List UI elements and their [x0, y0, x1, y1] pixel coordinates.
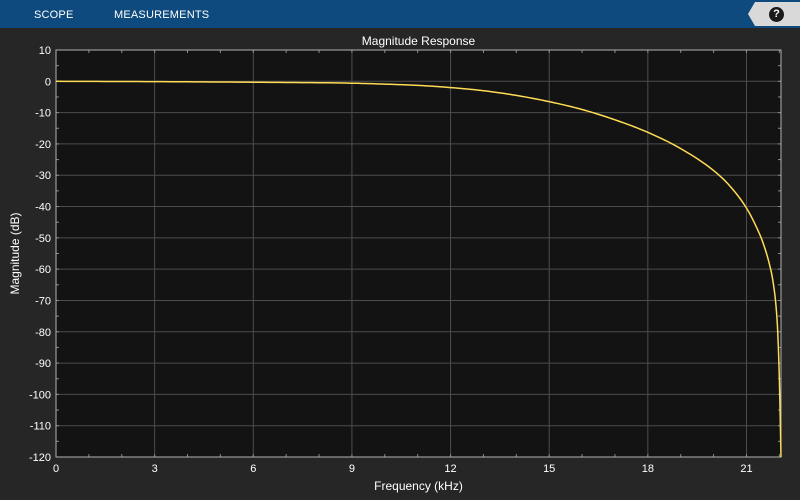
y-tick-label: -120	[29, 452, 51, 464]
magnitude-response-plot: 0 3 6 9 12 15 18 21 10 0 -10 -20 -30 -40 -50 -60 -70 -80 -…	[8, 34, 782, 493]
y-tick-label: -110	[30, 421, 51, 433]
x-axis-label: Frequency (kHz)	[374, 479, 463, 493]
y-tick-label: 10	[39, 45, 51, 57]
y-tick-label: -30	[35, 170, 51, 182]
x-tick-label: 0	[53, 463, 59, 475]
x-tick-label: 15	[543, 463, 555, 475]
x-tick-label: 12	[444, 463, 456, 475]
x-tick-label: 21	[740, 463, 752, 475]
y-tick-label: -40	[35, 202, 51, 214]
y-tick-label: -80	[35, 327, 51, 339]
help-icon[interactable]: ?	[769, 7, 784, 22]
x-tick-label: 9	[349, 463, 355, 475]
y-tick-label: -90	[35, 358, 51, 370]
tab-scope[interactable]: SCOPE	[34, 0, 74, 28]
tab-measurements[interactable]: MEASUREMENTS	[114, 0, 209, 28]
chart-title: Magnitude Response	[362, 34, 476, 48]
x-tick-label: 18	[642, 463, 654, 475]
x-tick-label: 6	[250, 463, 256, 475]
y-tick-label: -60	[35, 264, 51, 276]
y-tick-label: -50	[35, 233, 51, 245]
y-tick-label: -20	[35, 139, 51, 151]
y-tick-label: -10	[35, 108, 51, 120]
y-tick-label: -100	[29, 389, 51, 401]
x-tick-label: 3	[152, 463, 158, 475]
plot-area	[56, 50, 781, 457]
help-button-container: ?	[748, 2, 800, 26]
toolbar: SCOPE MEASUREMENTS ?	[0, 0, 800, 28]
y-tick-label: -70	[35, 295, 51, 307]
y-axis-label: Magnitude (dB)	[8, 212, 22, 294]
y-tick-label: 0	[45, 76, 51, 88]
